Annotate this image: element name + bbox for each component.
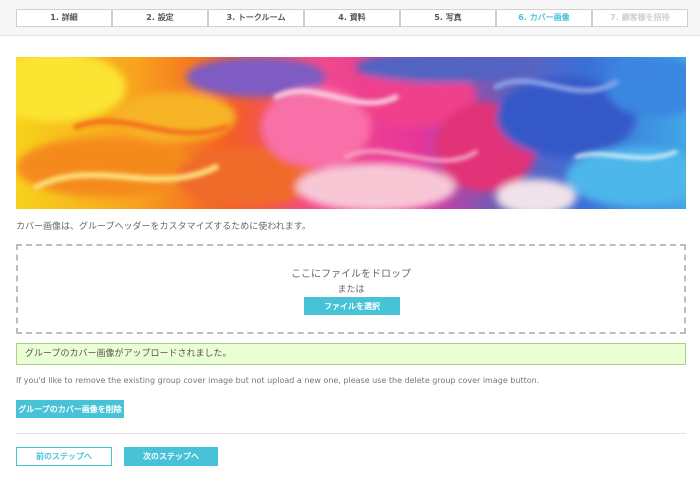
step-documents[interactable]: 4. 資料: [304, 9, 400, 27]
success-alert: グループのカバー画像がアップロードされました。: [16, 343, 686, 365]
cover-description: カバー画像は、グループヘッダーをカスタマイズするために使われます。: [16, 222, 311, 232]
delete-cover-image-button[interactable]: グループのカバー画像を削除: [16, 400, 124, 418]
select-file-button[interactable]: ファイルを選択: [304, 297, 400, 315]
step-settings[interactable]: 2. 設定: [112, 9, 208, 27]
file-dropzone[interactable]: ここにファイルをドロップ または ファイルを選択: [16, 244, 686, 334]
divider: [16, 433, 686, 434]
drop-or-text: または: [337, 285, 365, 295]
step-photos[interactable]: 5. 写真: [400, 9, 496, 27]
prev-step-button[interactable]: 前のステップへ: [16, 447, 112, 466]
drop-text: ここにファイルをドロップ: [291, 269, 411, 280]
step-cover-image[interactable]: 6. カバー画像: [496, 9, 592, 27]
step-talkroom[interactable]: 3. トークルーム: [208, 9, 304, 27]
cover-image: [16, 57, 686, 209]
step-details[interactable]: 1. 詳細: [16, 9, 112, 27]
delete-note: If you'd like to remove the existing gro…: [16, 376, 540, 385]
step-invite: 7. 顧客様を招待: [592, 9, 688, 27]
steps-nav: 1. 詳細 2. 設定 3. トークルーム 4. 資料 5. 写真 6. カバー…: [0, 0, 700, 36]
next-step-button[interactable]: 次のステップへ: [124, 447, 218, 466]
